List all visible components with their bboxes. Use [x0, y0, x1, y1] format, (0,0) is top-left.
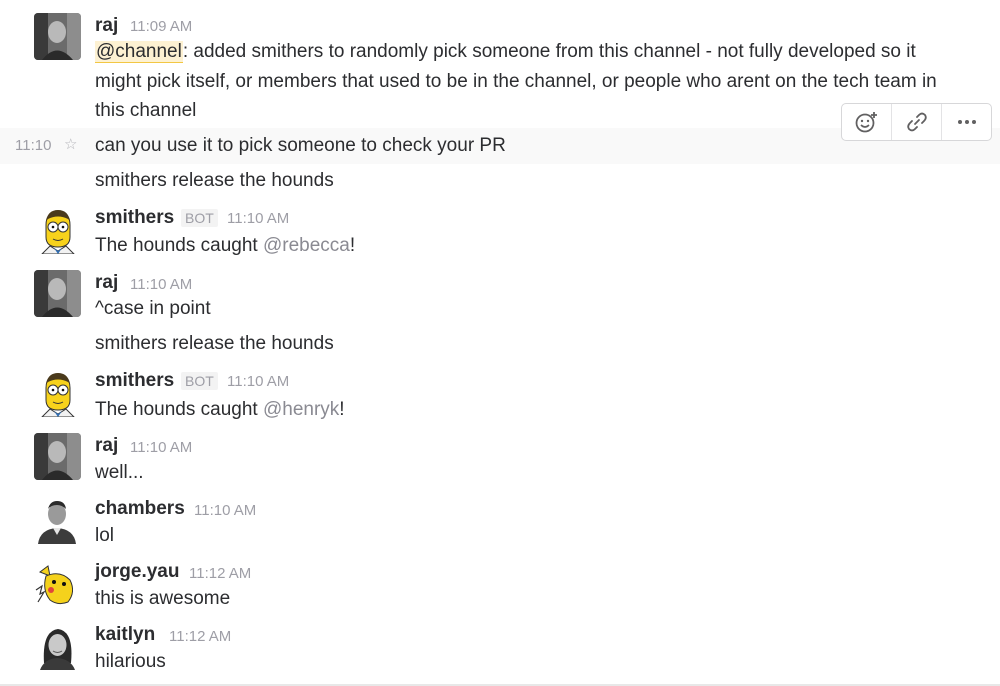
- message-text: this is awesome: [95, 588, 231, 609]
- message-text: smithers release the hounds: [95, 333, 334, 354]
- copy-link-icon: [906, 112, 927, 132]
- timestamp[interactable]: 11:12 AM: [189, 565, 251, 582]
- message-text: ^case in point: [95, 298, 211, 319]
- timestamp[interactable]: 11:10 AM: [227, 210, 289, 227]
- user-mention[interactable]: @henryk: [263, 399, 339, 420]
- user-mention[interactable]: @rebecca: [263, 235, 350, 256]
- smithers-avatar-image: [34, 207, 81, 254]
- copy-link-button[interactable]: [892, 104, 942, 140]
- message-text: !: [349, 235, 356, 256]
- message-text: smithers release the hounds: [95, 170, 334, 191]
- raj-avatar-image: [34, 433, 81, 480]
- hover-timestamp[interactable]: 11:10: [15, 137, 51, 154]
- smithers-avatar-image: [34, 370, 81, 417]
- channel-mention[interactable]: @channel: [95, 41, 183, 63]
- message-actions-bar: [841, 103, 992, 141]
- more-actions-button[interactable]: [942, 104, 991, 140]
- chambers-avatar-image: [34, 497, 81, 544]
- message-text: hilarious: [95, 651, 166, 672]
- avatar-smithers[interactable]: [34, 207, 81, 254]
- avatar-kaitlyn[interactable]: [34, 623, 81, 670]
- timestamp[interactable]: 11:10 AM: [130, 439, 192, 456]
- kaitlyn-avatar-image: [34, 623, 81, 670]
- avatar-raj[interactable]: [34, 433, 81, 480]
- message-text: can you use it to pick someone to check …: [95, 135, 506, 156]
- author-name[interactable]: raj: [95, 272, 118, 294]
- message-text-line: The hounds caught @henryk!: [95, 395, 345, 425]
- avatar-smithers[interactable]: [34, 370, 81, 417]
- message-text: The hounds caught: [95, 399, 263, 420]
- message-text-line: might pick itself, or members that used …: [95, 71, 937, 92]
- message-text-line: this channel: [95, 100, 197, 121]
- author-name[interactable]: smithers: [95, 207, 174, 229]
- bot-badge: BOT: [181, 372, 218, 390]
- raj-avatar-image: [34, 270, 81, 317]
- avatar-chambers[interactable]: [34, 497, 81, 544]
- message-text-line: @channel: added smithers to randomly pic…: [95, 37, 916, 67]
- star-icon[interactable]: ☆: [64, 135, 77, 153]
- message-text: The hounds caught: [95, 235, 263, 256]
- author-name[interactable]: raj: [95, 15, 118, 37]
- timestamp[interactable]: 11:09 AM: [130, 18, 192, 35]
- author-name[interactable]: kaitlyn: [95, 624, 155, 646]
- more-actions-icon: [957, 120, 976, 124]
- raj-avatar-image: [34, 13, 81, 60]
- message-text: : added smithers to randomly pick someon…: [182, 41, 916, 62]
- jorge-yau-avatar-image: [34, 560, 81, 607]
- timestamp[interactable]: 11:10 AM: [227, 373, 289, 390]
- add-reaction-icon: [855, 112, 877, 133]
- author-name[interactable]: jorge.yau: [95, 561, 179, 583]
- author-name[interactable]: chambers: [95, 498, 185, 520]
- timestamp[interactable]: 11:10 AM: [130, 276, 192, 293]
- avatar-jorge-yau[interactable]: [34, 560, 81, 607]
- message-text-line: The hounds caught @rebecca!: [95, 231, 355, 261]
- author-name[interactable]: raj: [95, 435, 118, 457]
- bot-badge: BOT: [181, 209, 218, 227]
- add-reaction-button[interactable]: [842, 104, 892, 140]
- timestamp[interactable]: 11:10 AM: [194, 502, 256, 519]
- avatar-raj[interactable]: [34, 13, 81, 60]
- avatar-raj[interactable]: [34, 270, 81, 317]
- author-name[interactable]: smithers: [95, 370, 174, 392]
- message-text: well...: [95, 462, 144, 483]
- timestamp[interactable]: 11:12 AM: [169, 628, 231, 645]
- message-text: !: [339, 399, 345, 420]
- message-text: lol: [95, 525, 115, 546]
